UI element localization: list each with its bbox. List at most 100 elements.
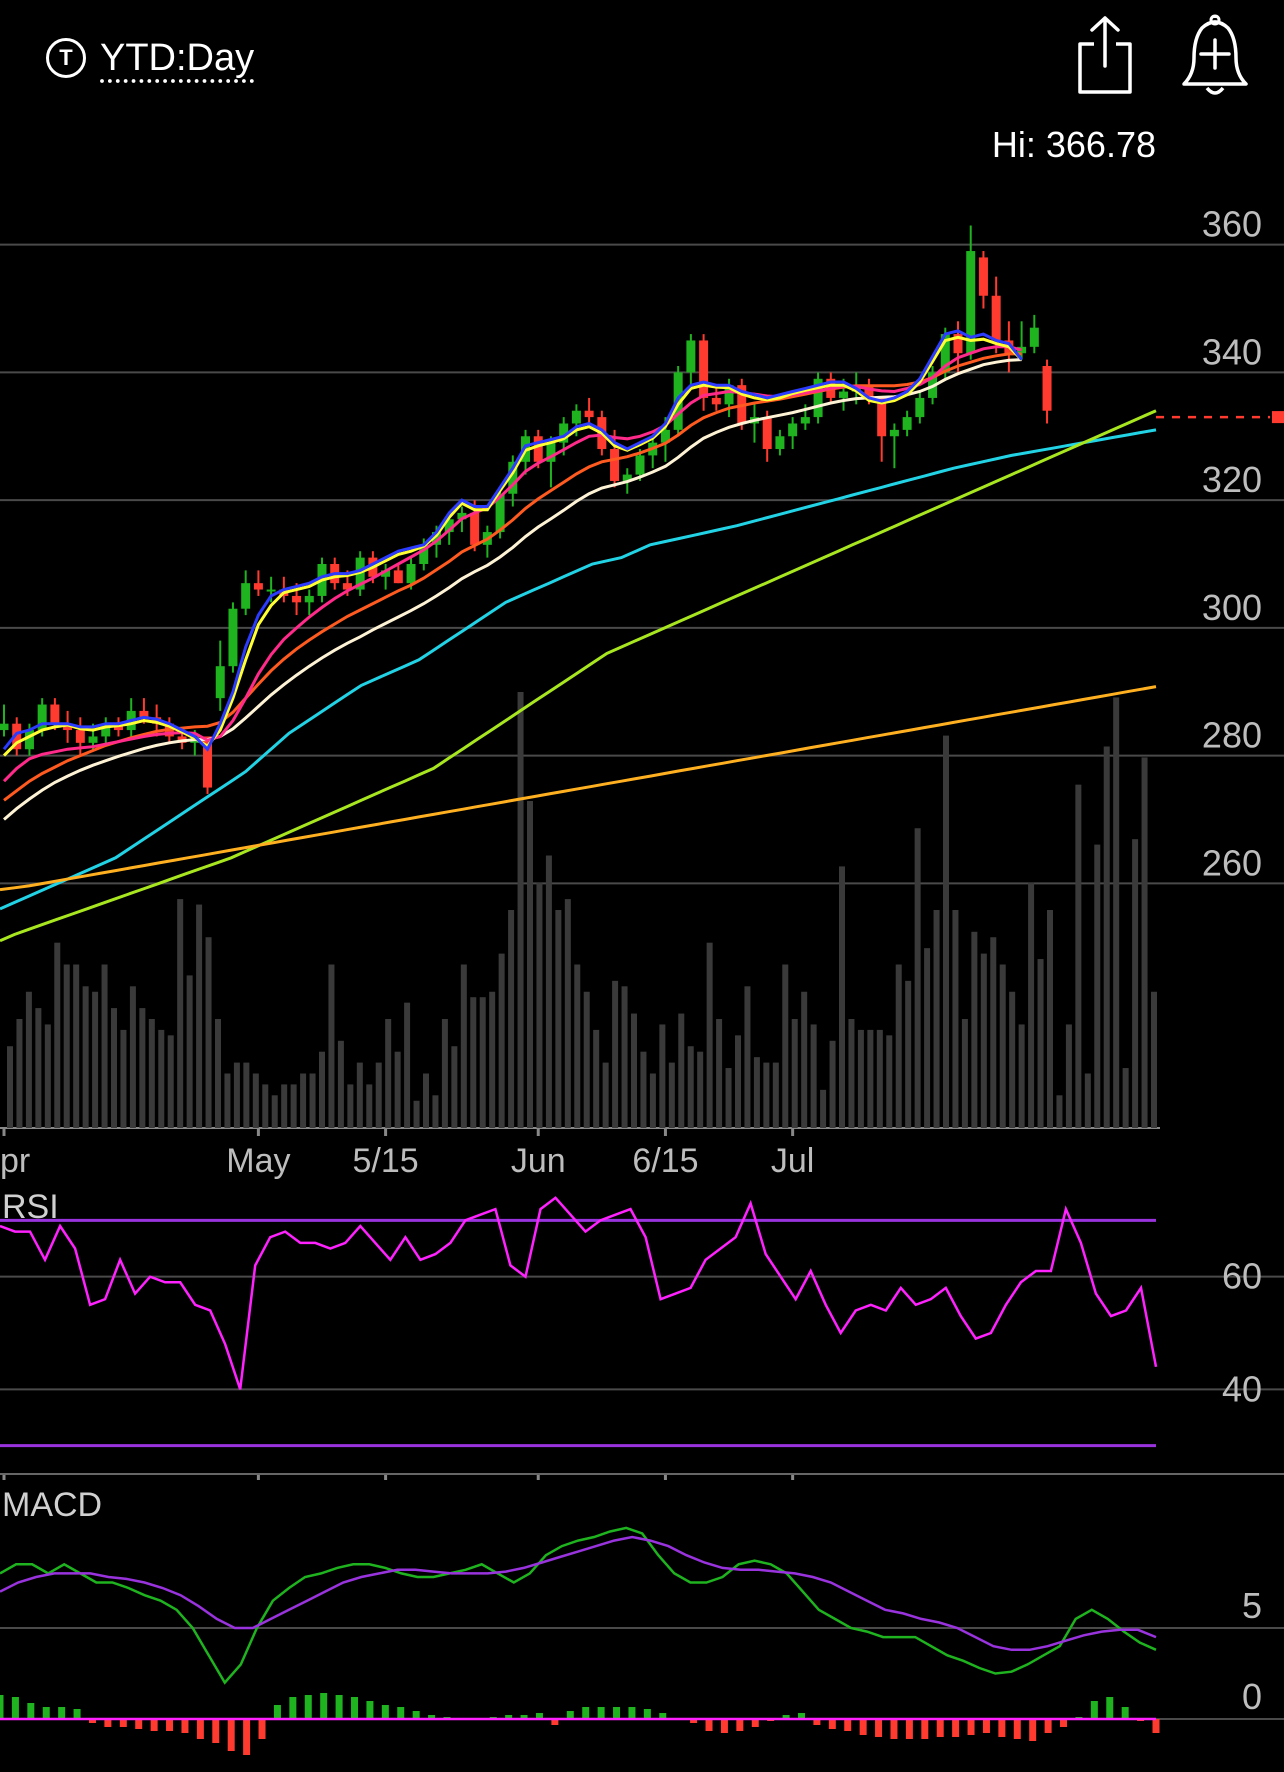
volume-bar <box>943 735 949 1128</box>
volume-bar <box>820 1089 827 1128</box>
chart-area[interactable]: 360 340 320 300 280 260 pr May 5/15 Jun 6/15 Jul 6… <box>0 0 1284 1772</box>
candle-body <box>215 666 225 699</box>
volume-bar <box>479 997 486 1128</box>
price-tick-label: 320 <box>1202 459 1262 500</box>
macd-histogram-bar <box>0 1695 4 1719</box>
candle-body <box>839 391 849 398</box>
price-tick-label: 280 <box>1202 715 1262 756</box>
macd-histogram-bar <box>859 1719 867 1735</box>
volume-bar <box>848 1019 855 1128</box>
volume-bar <box>44 1024 51 1128</box>
volume-bar <box>1075 784 1082 1128</box>
volume-bar <box>375 1062 382 1128</box>
candle-body <box>470 512 480 545</box>
volume-bar <box>697 1051 704 1128</box>
volume-bar <box>1028 882 1035 1128</box>
volume-bar <box>16 1019 23 1128</box>
volume-bar <box>1094 844 1101 1128</box>
volume-bar <box>810 1024 817 1128</box>
macd-histogram-bar <box>135 1719 143 1729</box>
macd-histogram-bar <box>289 1697 297 1719</box>
volume-bar <box>328 964 335 1128</box>
candle-body <box>571 410 581 424</box>
macd-histogram-bar <box>875 1719 883 1737</box>
candle-body <box>393 570 403 584</box>
volume-bar <box>413 1100 420 1128</box>
volume-bar <box>716 1019 723 1128</box>
last-price-line <box>1156 411 1284 424</box>
macd-histogram-bar <box>304 1695 312 1719</box>
volume-bar <box>196 904 203 1128</box>
macd-histogram-bar <box>1090 1701 1098 1719</box>
candle-body <box>762 417 772 450</box>
macd-histogram-bar <box>243 1719 251 1755</box>
volume-bar <box>451 1046 458 1128</box>
macd-histogram-bar <box>397 1707 405 1719</box>
macd-histogram-bar <box>73 1709 81 1719</box>
rsi-title: RSI <box>2 1188 59 1226</box>
volume-bar <box>574 964 581 1128</box>
candle-body <box>711 397 721 405</box>
volume-bar <box>337 1040 344 1128</box>
volume-bar <box>1047 910 1053 1128</box>
macd-histogram-bar <box>597 1707 605 1719</box>
macd-histogram-bar <box>212 1719 220 1743</box>
volume-bar <box>801 991 808 1128</box>
volume-bar <box>753 1057 760 1128</box>
volume-bar <box>1009 991 1016 1128</box>
volume-bar <box>1065 1024 1072 1128</box>
candle-body <box>266 589 276 592</box>
candle-body <box>991 295 1001 341</box>
candle-body <box>406 564 416 584</box>
candle-body <box>978 257 988 296</box>
volume-bar <box>470 997 477 1128</box>
macd-histogram-bar <box>181 1719 189 1733</box>
macd-histogram-bar <box>890 1719 898 1739</box>
volume-bar <box>668 1062 675 1128</box>
macd-histogram-bar <box>1152 1719 1160 1733</box>
macd-histogram-bar <box>11 1697 19 1719</box>
moving-average-line <box>3 358 1022 821</box>
date-tick-label: 6/15 <box>632 1142 698 1180</box>
macd-histogram-bar <box>905 1719 913 1739</box>
macd-histogram-bar <box>366 1701 374 1719</box>
volume-bar <box>706 942 713 1128</box>
volume-bars <box>7 692 1157 1128</box>
volume-bar <box>536 882 543 1128</box>
price-tick-label: 360 <box>1202 204 1262 245</box>
candle-body <box>1029 327 1039 347</box>
volume-bar <box>924 948 931 1128</box>
volume-bar <box>905 980 912 1128</box>
date-axis-labels: pr May 5/15 Jun 6/15 Jul <box>0 1128 814 1480</box>
volume-bar <box>290 1084 297 1128</box>
volume-bar <box>980 953 987 1128</box>
rsi-tick-label: 40 <box>1222 1368 1262 1409</box>
volume-bar <box>404 1002 411 1128</box>
volume-bar <box>1113 697 1120 1128</box>
price-tick-label: 260 <box>1202 842 1262 883</box>
volume-bar <box>366 1084 373 1128</box>
volume-bar <box>545 855 552 1128</box>
volume-bar <box>508 910 515 1128</box>
macd-histogram-bar <box>166 1719 174 1731</box>
volume-bar <box>82 986 89 1128</box>
macd-histogram-bar <box>42 1707 50 1719</box>
candle-body <box>915 397 925 418</box>
candle-body <box>50 704 60 724</box>
moving-average-line <box>0 685 1157 892</box>
volume-bar <box>63 964 70 1128</box>
candle-body <box>635 455 645 475</box>
macd-histogram-bar <box>643 1709 651 1719</box>
volume-bar <box>1037 959 1044 1128</box>
macd-histogram-bar <box>273 1705 281 1719</box>
macd-histogram-bar <box>967 1719 975 1735</box>
volume-bar <box>205 937 212 1128</box>
macd-histogram-bar <box>736 1719 744 1731</box>
macd-histogram-bar <box>196 1719 204 1739</box>
macd-histogram-bar <box>1106 1697 1114 1719</box>
candle-body <box>902 417 912 430</box>
volume-bar <box>432 1095 439 1128</box>
volume-bar <box>952 910 959 1128</box>
price-axis-labels: 360 340 320 300 280 260 <box>1202 204 1262 884</box>
volume-bar <box>735 1035 741 1128</box>
